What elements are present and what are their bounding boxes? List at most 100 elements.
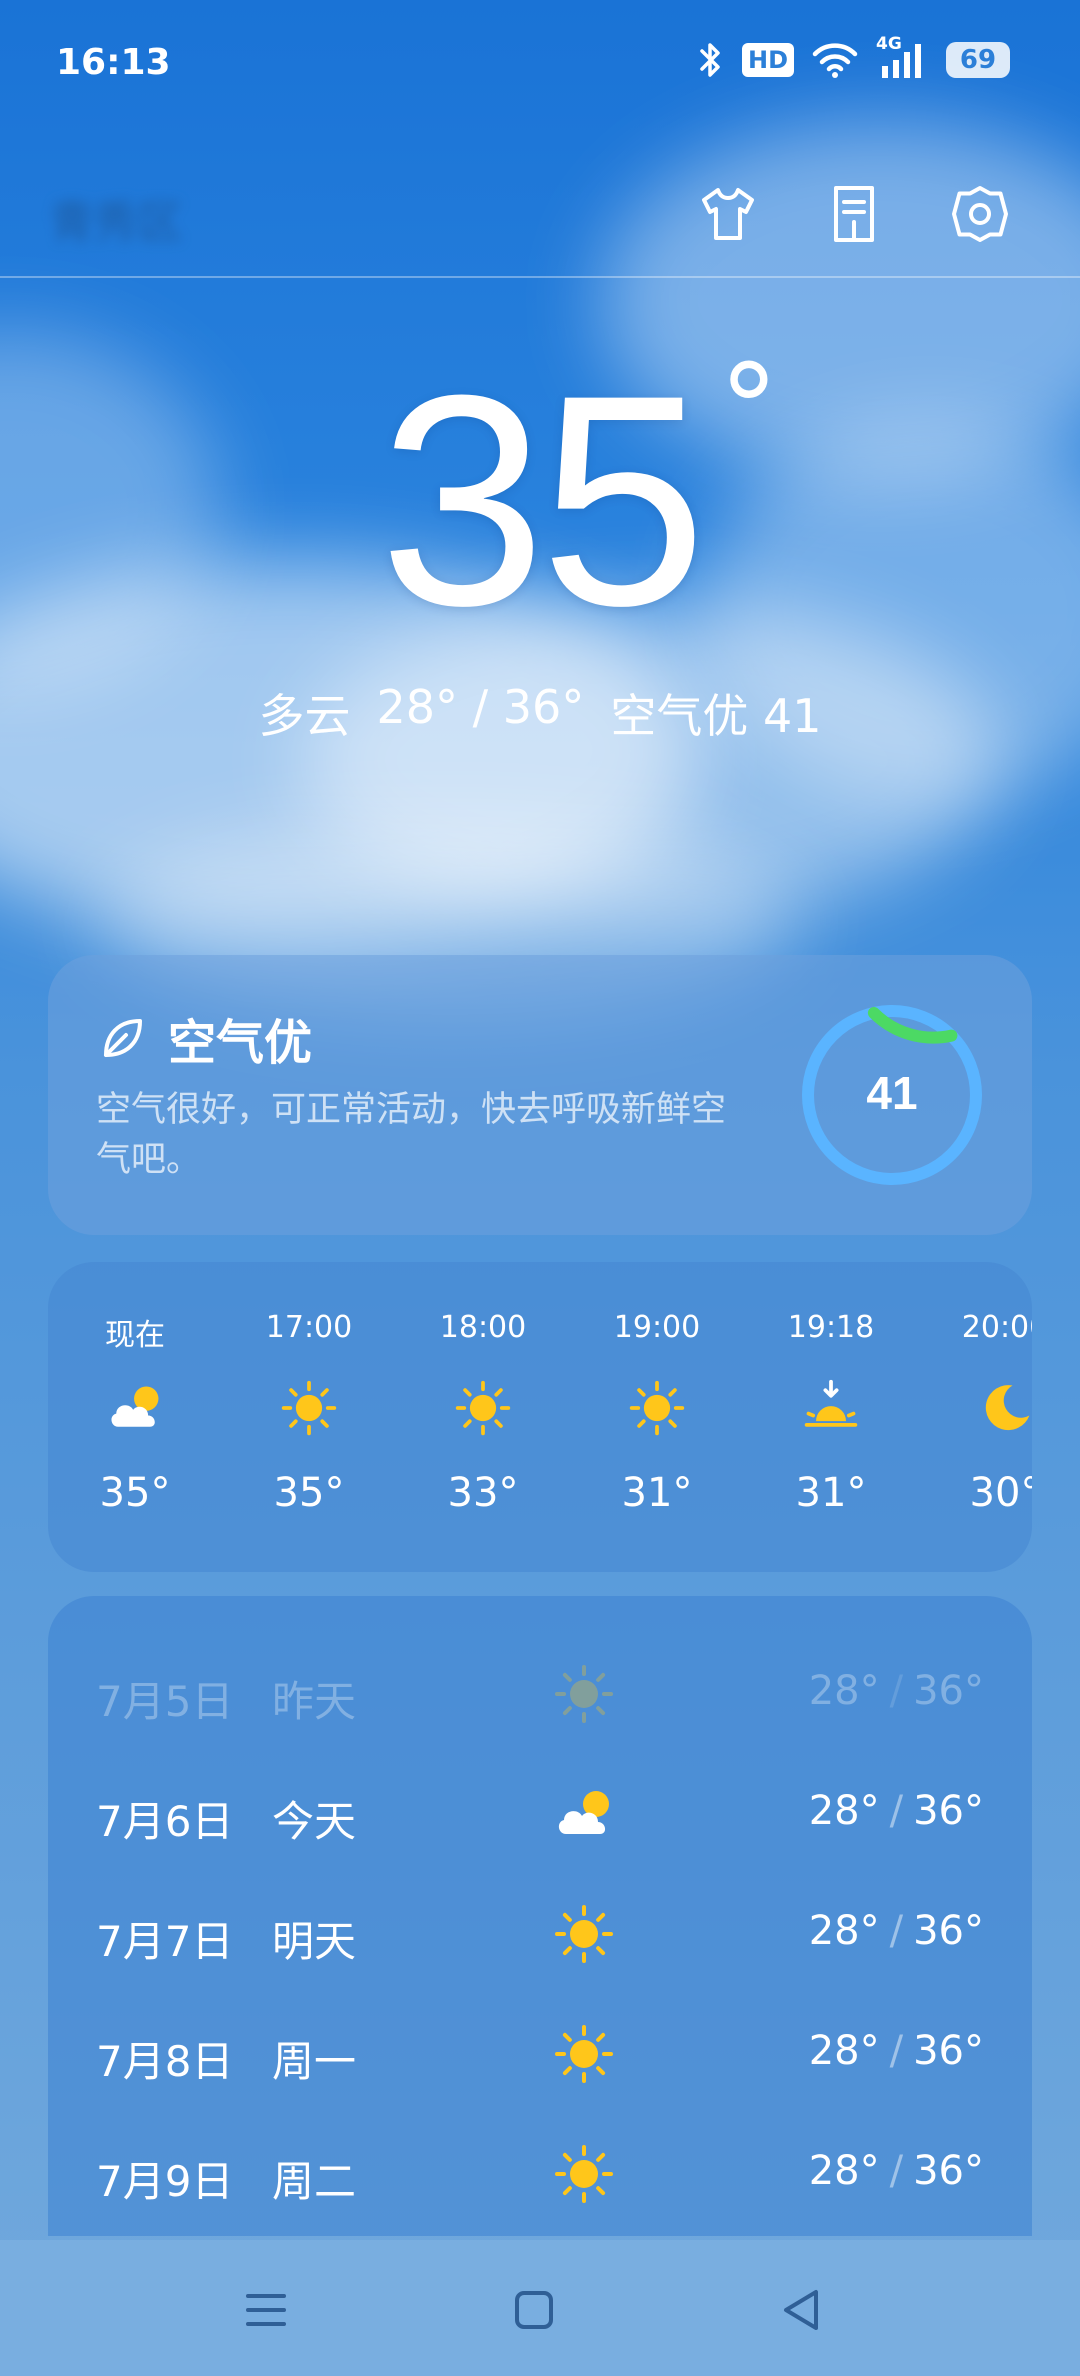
menu-button[interactable] xyxy=(234,2278,298,2342)
bluetooth-icon xyxy=(698,40,724,80)
daily-date: 7月7日 xyxy=(96,1917,234,1966)
hourly-item[interactable]: 17:00 35° xyxy=(222,1262,396,1572)
temp-separator: / xyxy=(889,1668,904,1714)
tshirt-icon xyxy=(702,188,754,240)
home-square-icon xyxy=(515,2291,553,2329)
moon-icon xyxy=(975,1378,1032,1438)
daily-date: 7月5日 xyxy=(96,1677,234,1726)
status-bar: 16:13 HD 4G 69 xyxy=(0,0,1080,130)
sun-icon xyxy=(552,1902,616,1966)
hourly-item[interactable]: 19:00 31° xyxy=(570,1262,744,1572)
hourly-item[interactable]: 20:00 30° xyxy=(918,1262,1032,1572)
sun-icon xyxy=(627,1378,687,1438)
sunset-icon xyxy=(801,1378,861,1438)
gear-icon xyxy=(952,186,1008,242)
hd-icon: HD xyxy=(741,43,794,77)
hourly-temp: 35° xyxy=(273,1470,345,1516)
sun-icon xyxy=(552,2022,616,2086)
document-icon xyxy=(834,186,874,242)
daily-temp-range: 28°/36° xyxy=(809,1908,984,1954)
cellular-signal-icon: 4G xyxy=(876,34,928,80)
hourly-temp: 31° xyxy=(621,1470,693,1516)
daily-temp-range: 28°/36° xyxy=(809,2148,984,2194)
daily-low: 28° xyxy=(808,1908,880,1954)
daily-row[interactable]: 7月7日 明天 28°/36° xyxy=(48,1872,1032,1992)
daily-high: 36° xyxy=(913,2028,984,2074)
hourly-item[interactable]: 19:18 31° xyxy=(744,1262,918,1572)
current-summary: 多云 28° / 36° 空气优 41 xyxy=(0,680,1080,746)
daily-high: 36° xyxy=(913,1908,984,1954)
daily-low: 28° xyxy=(808,1668,880,1714)
air-quality-heading: 空气优 xyxy=(100,1003,312,1073)
news-button[interactable] xyxy=(818,178,890,250)
hourly-time: 19:00 xyxy=(613,1310,701,1345)
current-temperature: 35 xyxy=(379,332,707,668)
daily-day-name: 周一 xyxy=(272,2037,357,2086)
network-type: 4G xyxy=(876,34,902,54)
daily-row[interactable]: 7月5日 昨天 28°/36° xyxy=(48,1632,1032,1752)
temp-separator: / xyxy=(889,2028,904,2074)
daily-low: 28° xyxy=(808,2148,880,2194)
air-quality-description: 空气很好，可正常活动，快去呼吸新鲜空气吧。 xyxy=(96,1090,727,1180)
daily-forecast-card[interactable]: 7月5日 昨天 28°/36° 7月6日 今天 28°/36° 7月7日 明天 28°/36° 7… xyxy=(48,1596,1032,2236)
hourly-time: 18:00 xyxy=(439,1310,527,1345)
daily-date: 7月6日 xyxy=(96,1797,234,1846)
menu-icon xyxy=(246,2294,286,2326)
hourly-time: 17:00 xyxy=(265,1310,353,1345)
daily-row[interactable]: 7月8日 周一 28°/36° xyxy=(48,1992,1032,2112)
current-weather: 35 ° 多云 28° / 36° 空气优 41 xyxy=(0,350,1080,744)
app-header: 青秀区 xyxy=(0,150,1080,278)
air-quality-card[interactable]: 空气优 空气很好，可正常活动，快去呼吸新鲜空气吧。 41 xyxy=(48,955,1032,1235)
daily-row[interactable]: 7月9日 周二 28°/36° xyxy=(48,2112,1032,2232)
hourly-item[interactable]: 现在 35° xyxy=(48,1262,222,1572)
temp-separator: / xyxy=(889,1788,904,1834)
hourly-time: 现在 xyxy=(105,1318,165,1353)
daily-high: 36° xyxy=(913,2148,984,2194)
temp-separator: / xyxy=(889,1908,904,1954)
leaf-icon xyxy=(104,1019,142,1057)
daily-day-name: 昨天 xyxy=(272,1677,357,1726)
air-quality-title: 空气优 xyxy=(168,1015,313,1071)
hourly-temp: 30° xyxy=(969,1470,1032,1516)
sun-icon xyxy=(453,1378,513,1438)
wifi-icon xyxy=(812,40,858,80)
location-title[interactable]: 青秀区 xyxy=(50,186,182,250)
sun-icon xyxy=(552,2142,616,2206)
current-air-quality[interactable]: 空气优 41 xyxy=(610,680,821,746)
daily-row[interactable]: 7月6日 今天 28°/36° xyxy=(48,1752,1032,1872)
hourly-list[interactable]: 现在 35° 17:00 35° 18:00 33° 19:00 31° 19:18 31° 20:… xyxy=(48,1262,1032,1572)
daily-temp-range: 28°/36° xyxy=(809,1788,984,1834)
daily-temp-range: 28°/36° xyxy=(809,1668,984,1714)
hourly-temp: 33° xyxy=(447,1470,519,1516)
back-triangle-icon xyxy=(784,2290,818,2330)
daily-day-name: 周二 xyxy=(272,2157,357,2206)
current-range: 28° / 36° xyxy=(376,680,585,734)
outfit-button[interactable] xyxy=(692,178,764,250)
daily-day-name: 明天 xyxy=(272,1917,357,1966)
hourly-temp: 35° xyxy=(99,1470,171,1516)
daily-temp-range: 28°/36° xyxy=(809,2028,984,2074)
sun-icon xyxy=(552,1662,616,1726)
hourly-temp: 31° xyxy=(795,1470,867,1516)
hourly-time: 20:00 xyxy=(961,1310,1032,1345)
hourly-item[interactable]: 18:00 33° xyxy=(396,1262,570,1572)
daily-high: 36° xyxy=(913,1788,984,1834)
daily-low: 28° xyxy=(808,2028,880,2074)
home-button[interactable] xyxy=(502,2278,566,2342)
hourly-forecast-card[interactable]: 现在 35° 17:00 35° 18:00 33° 19:00 31° 19:18 31° 20:… xyxy=(48,1262,1032,1572)
daily-day-name: 今天 xyxy=(272,1797,357,1846)
back-button[interactable] xyxy=(770,2278,834,2342)
partly-cloudy-icon xyxy=(105,1378,165,1438)
status-time: 16:13 xyxy=(56,42,171,83)
system-navigation-bar xyxy=(0,2240,1080,2376)
aqi-value: 41 xyxy=(866,1067,917,1119)
current-condition: 多云 xyxy=(258,689,351,743)
daily-low: 28° xyxy=(808,1788,880,1834)
hourly-time: 19:18 xyxy=(787,1310,875,1345)
temp-separator: / xyxy=(889,2148,904,2194)
sun-icon xyxy=(279,1378,339,1438)
aqi-gauge: 41 xyxy=(800,1003,984,1187)
daily-date: 7月8日 xyxy=(96,2037,234,2086)
settings-button[interactable] xyxy=(944,178,1016,250)
daily-high: 36° xyxy=(913,1668,984,1714)
